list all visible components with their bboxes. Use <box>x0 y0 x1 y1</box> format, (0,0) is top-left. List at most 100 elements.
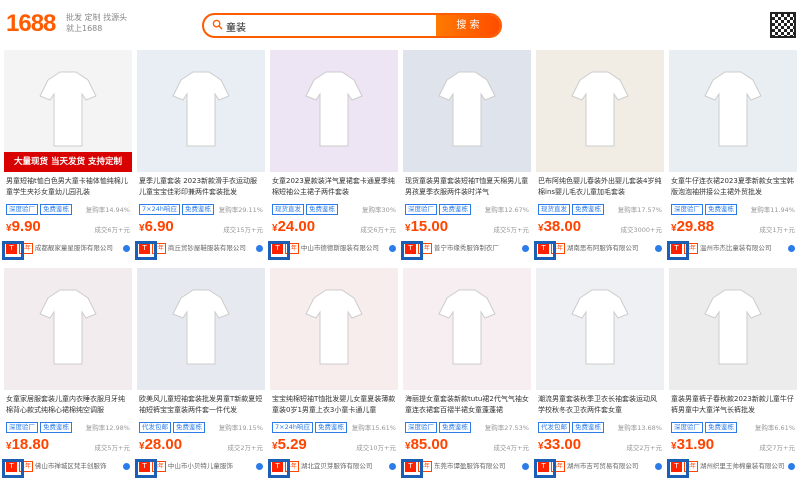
shop-name[interactable]: 湖北宜贝芽服饰有限公司 <box>301 462 373 470</box>
chat-icon[interactable] <box>389 245 396 252</box>
price: ¥38.00 <box>538 218 582 235</box>
product-title[interactable]: 童装男童裤子春秋款2023新款儿童牛仔裤男童中大童洋气长裤批发 <box>671 394 795 416</box>
product-title[interactable]: 女童家居服套装儿童内衣睡衣服月牙纯棉背心款式纯棉心裙棉纯空调服 <box>6 394 130 416</box>
product-image[interactable] <box>137 268 265 390</box>
product-card[interactable]: 女童牛仔连衣裙2023夏季新款女宝宝韩版泡泡袖拼接公主裙外贸批发 深度验厂 免费鉴栋… <box>667 50 797 266</box>
chat-icon[interactable] <box>788 245 795 252</box>
product-title[interactable]: 潮流男童套装秋季卫衣长袖套装运动风学校秋冬衣卫衣两件套女童 <box>538 394 662 416</box>
years-highlight <box>667 241 689 260</box>
shop-name[interactable]: 湖南思布阿服饰有限公司 <box>567 244 639 252</box>
shop-row[interactable]: T 6年 湖州市吉可贸易有限公司 <box>538 460 662 474</box>
sales-volume: 成交7万+元 <box>759 444 795 452</box>
shop-row[interactable]: T 3年 湖州织里王帅棉童装有限公司 <box>671 460 795 474</box>
years-highlight <box>268 459 290 478</box>
chat-icon[interactable] <box>123 245 130 252</box>
logo[interactable]: 1688 <box>6 10 56 38</box>
product-title[interactable]: 海丽提女童套装新款tutu裙2代气气袖女童连衣裙套百褶半裙女童蓬蓬裙 <box>405 394 529 416</box>
product-card[interactable]: 童装男童裤子春秋款2023新款儿童牛仔裤男童中大童洋气长裤批发 深度验厂 免费鉴栋 复… <box>667 268 797 484</box>
chat-icon[interactable] <box>389 463 396 470</box>
tag: 免费鉴栋 <box>314 422 347 433</box>
tag: 深度验厂 <box>671 422 703 433</box>
shop-name[interactable]: 中山市德德斯服装有限公司 <box>301 244 379 252</box>
shop-name[interactable]: 中山市小贝特儿童服饰 <box>168 462 233 470</box>
product-image[interactable] <box>137 50 265 172</box>
shop-name[interactable]: 普宁市缘秀服饰制衣厂 <box>434 244 499 252</box>
product-image[interactable] <box>536 268 664 390</box>
shop-row[interactable]: T 8年 中山市小贝特儿童服饰 <box>139 460 263 474</box>
product-card[interactable]: 欧美风儿童短袖套装批发男童T新款夏短袖短裤宝宝童装两件套一件代发 代发包邮 免费鉴栋… <box>135 268 265 484</box>
product-image[interactable] <box>4 268 132 390</box>
search-box[interactable]: 童装 搜 索 <box>202 13 502 38</box>
product-title[interactable]: 欧美风儿童短袖套装批发男童T新款夏短袖短裤宝宝童装两件套一件代发 <box>139 394 263 416</box>
product-image[interactable] <box>270 50 398 172</box>
shop-name[interactable]: 成都靓家童星服饰有限公司 <box>35 244 113 252</box>
chat-icon[interactable] <box>123 463 130 470</box>
product-image[interactable]: 大量现货 当天发货 支持定制 <box>4 50 132 172</box>
product-image[interactable] <box>669 268 797 390</box>
shop-name[interactable]: 湖州织里王帅棉童装有限公司 <box>700 462 785 470</box>
shop-row[interactable]: T 4年 湖南思布阿服饰有限公司 <box>538 242 662 256</box>
product-card[interactable]: 女童2023夏款装洋气夏裙套卡通夏季纯棉短袖公主裙子两件套装 现货直发 免费鉴栋 复购… <box>268 50 398 266</box>
shop-row[interactable]: T 5年 东莞市谭盈服饰有限公司 <box>405 460 529 474</box>
product-title[interactable]: 男童短袖t恤白色男大童卡袖体恤纯棉儿童学生夹衫女童幼儿园孔装 <box>6 176 130 198</box>
shop-row[interactable]: T 1年 佛山市禅城区梵丰创服饰 <box>6 460 130 474</box>
sales-volume: 成交2万+元 <box>227 444 263 452</box>
product-image[interactable] <box>403 268 531 390</box>
shop-name[interactable]: 商丘贸钞屋鞋服装有限公司 <box>168 244 246 252</box>
product-card[interactable]: 海丽提女童套装新款tutu裙2代气气袖女童连衣裙套百褶半裙女童蓬蓬裙 深度验厂 免费… <box>401 268 531 484</box>
product-image[interactable] <box>536 50 664 172</box>
product-card[interactable]: 现货童装男童套装短袖T恤夏天棉男儿童男孩夏季衣服两件装时洋气 深度验厂 免费鉴栋 复购… <box>401 50 531 266</box>
price-value: 15.00 <box>410 218 449 235</box>
shop-name[interactable]: 佛山市禅城区梵丰创服饰 <box>35 462 107 470</box>
tag: 免费鉴栋 <box>705 204 737 215</box>
shop-row[interactable]: T 1年 中山市德德斯服装有限公司 <box>272 242 396 256</box>
shop-row[interactable]: T 4年 湖北宜贝芽服饰有限公司 <box>272 460 396 474</box>
search-input[interactable]: 童装 <box>226 19 246 34</box>
chat-icon[interactable] <box>655 245 662 252</box>
price: ¥15.00 <box>405 218 449 235</box>
price: ¥31.90 <box>671 436 715 453</box>
price-value: 5.29 <box>277 436 307 453</box>
chat-icon[interactable] <box>256 245 263 252</box>
product-image[interactable] <box>403 50 531 172</box>
product-title[interactable]: 宝宝纯棉短袖T恤批发婴儿女童夏装薄款童装0岁1男童上衣3小童卡通儿童 <box>272 394 396 416</box>
sales-volume: 成交6万+元 <box>94 226 130 234</box>
product-card[interactable]: 巴布阿纯色婴儿春装外出婴儿套装4岁纯棉ins婴儿毛衣儿童加毛套装 现货直发 免费鉴栋… <box>534 50 664 266</box>
chat-icon[interactable] <box>256 463 263 470</box>
repurchase-rate: 复购率14.94% <box>85 206 130 214</box>
shop-name[interactable]: 湖州市吉可贸易有限公司 <box>567 462 639 470</box>
repurchase-rate: 复购率15.61% <box>351 424 396 432</box>
chat-icon[interactable] <box>655 463 662 470</box>
shop-row[interactable]: T 5年 成都靓家童星服饰有限公司 <box>6 242 130 256</box>
sales-volume: 成交10万+元 <box>356 444 396 452</box>
product-card[interactable]: 夏季儿童套装 2023新款滑手衣运动服儿童宝宝佳彩印兼两件套装批发 7×24h响应… <box>135 50 265 266</box>
chat-icon[interactable] <box>522 245 529 252</box>
product-title[interactable]: 巴布阿纯色婴儿春装外出婴儿套装4岁纯棉ins婴儿毛衣儿童加毛套装 <box>538 176 662 198</box>
years-highlight <box>534 241 556 260</box>
search-button[interactable]: 搜 索 <box>436 15 500 36</box>
promo-banner: 大量现货 当天发货 支持定制 <box>4 152 132 172</box>
product-card[interactable]: 潮流男童套装秋季卫衣长袖套装运动风学校秋冬衣卫衣两件套女童 代发包邮 免费鉴栋 复购率… <box>534 268 664 484</box>
shop-row[interactable]: T 2年 商丘贸钞屋鞋服装有限公司 <box>139 242 263 256</box>
product-title[interactable]: 夏季儿童套装 2023新款滑手衣运动服儿童宝宝佳彩印兼两件套装批发 <box>139 176 263 198</box>
qr-code-icon[interactable] <box>770 12 796 38</box>
product-card[interactable]: 女童家居服套装儿童内衣睡衣服月牙纯棉背心款式纯棉心裙棉纯空调服 深度验厂 免费鉴栋 复… <box>2 268 132 484</box>
product-title[interactable]: 现货童装男童套装短袖T恤夏天棉男儿童男孩夏季衣服两件装时洋气 <box>405 176 529 198</box>
product-title[interactable]: 女童牛仔连衣裙2023夏季新款女宝宝韩版泡泡袖拼接公主裙外贸批发 <box>671 176 795 198</box>
shop-row[interactable]: T 1年 普宁市缘秀服饰制衣厂 <box>405 242 529 256</box>
tag: 免费鉴栋 <box>439 422 471 433</box>
product-card[interactable]: 大量现货 当天发货 支持定制 男童短袖t恤白色男大童卡袖体恤纯棉儿童学生夹衫女童幼… <box>2 50 132 266</box>
tag: 免费鉴栋 <box>572 204 604 215</box>
product-image[interactable] <box>669 50 797 172</box>
product-card[interactable]: 宝宝纯棉短袖T恤批发婴儿女童夏装薄款童装0岁1男童上衣3小童卡通儿童 7×24h响… <box>268 268 398 484</box>
clothing-icon <box>172 289 230 365</box>
chat-icon[interactable] <box>522 463 529 470</box>
product-title[interactable]: 女童2023夏款装洋气夏裙套卡通夏季纯棉短袖公主裙子两件套装 <box>272 176 396 198</box>
repurchase-rate: 复购率12.67% <box>484 206 529 214</box>
shop-row[interactable]: T 8年 温州市杰比童装有限公司 <box>671 242 795 256</box>
chat-icon[interactable] <box>788 463 795 470</box>
shop-name[interactable]: 温州市杰比童装有限公司 <box>700 244 772 252</box>
product-image[interactable] <box>270 268 398 390</box>
tag: 免费鉴栋 <box>705 422 737 433</box>
shop-name[interactable]: 东莞市谭盈服饰有限公司 <box>434 462 506 470</box>
